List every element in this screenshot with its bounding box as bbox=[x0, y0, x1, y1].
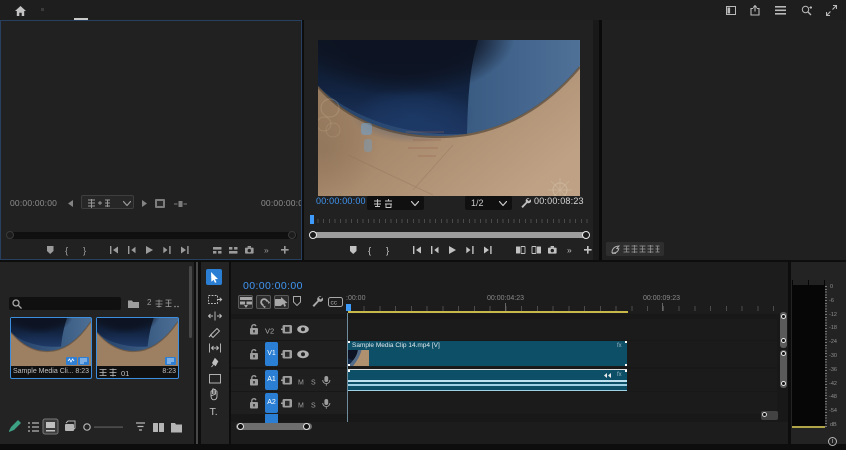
svg-text:M: M bbox=[298, 403, 304, 410]
svg-text:S: S bbox=[311, 403, 316, 410]
svg-text:»: » bbox=[567, 245, 572, 255]
svg-text:}: } bbox=[386, 246, 389, 257]
svg-text:V2: V2 bbox=[265, 327, 274, 336]
svg-text:{: { bbox=[65, 246, 68, 257]
svg-text:01: 01 bbox=[121, 369, 129, 377]
svg-text:}: } bbox=[83, 246, 86, 257]
svg-text:S: S bbox=[311, 380, 316, 387]
svg-text:cc: cc bbox=[331, 300, 338, 307]
svg-text:»: » bbox=[264, 245, 269, 255]
svg-text:M: M bbox=[298, 380, 304, 387]
svg-text:{: { bbox=[368, 246, 371, 257]
svg-text:T.: T. bbox=[210, 406, 218, 417]
